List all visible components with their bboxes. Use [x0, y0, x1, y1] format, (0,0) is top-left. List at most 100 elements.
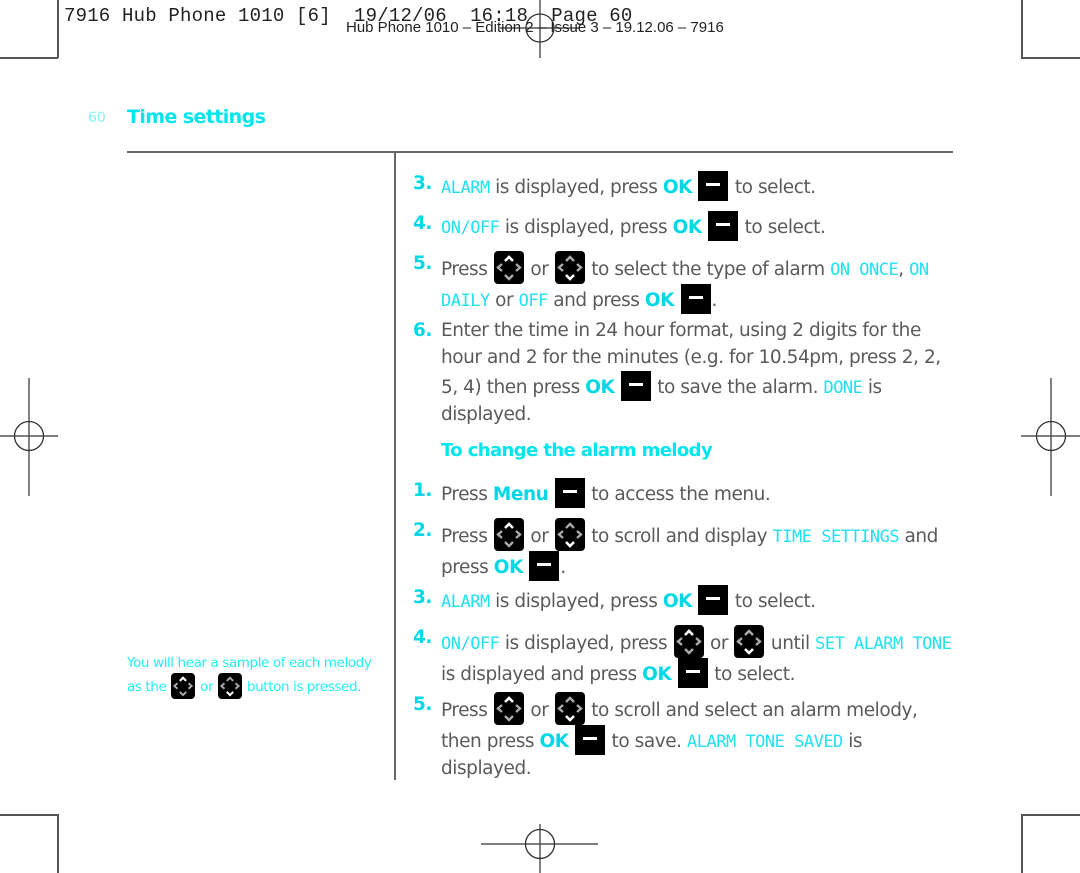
step-number: 2. [413, 520, 433, 541]
step-select-melody: 5. Press or to scroll and select an alar… [413, 692, 953, 782]
nav-down-icon [554, 518, 585, 551]
step-number: 5. [413, 694, 433, 715]
step-body: Press or to scroll and display TIME SETT… [441, 518, 953, 582]
step-text: press [441, 557, 489, 578]
step-number: 3. [413, 173, 433, 194]
step-text: to access the menu. [585, 484, 771, 505]
step-text: or [489, 290, 519, 311]
nav-down-icon [554, 251, 585, 284]
ok-key-label: OK [493, 557, 524, 578]
step-text: to select. [729, 591, 816, 612]
step-text: or [710, 633, 729, 654]
step-text: to save. [606, 731, 688, 752]
nav-up-icon [493, 692, 524, 725]
step-text: is displayed, press [489, 591, 663, 612]
step-text: to select. [708, 664, 796, 685]
step-number: 4. [413, 213, 433, 234]
ok-key-label: OK [672, 217, 703, 238]
edition-slug-text: Hub Phone 1010 – Edition 2 – Issue 3 – 1… [346, 21, 724, 35]
softkey-minus-icon [698, 171, 729, 201]
lcd-text: SET ALARM TONE [815, 634, 952, 654]
crop-mark-bottom-left-h [0, 814, 59, 816]
lcd-text: ON/OFF [441, 634, 500, 654]
step-text: press [486, 731, 535, 752]
nav-down-icon [734, 625, 765, 658]
lcd-text: ALARM TONE SAVED [687, 732, 843, 752]
nav-up-icon [493, 251, 524, 284]
step-text: or [530, 700, 549, 721]
step-body: Press or to scroll and select an alarm m… [441, 692, 953, 782]
step-enter-time: 6. Enter the time in 24 hour format, usi… [413, 318, 953, 428]
step-body: ALARM is displayed, press OK to select. [441, 585, 953, 616]
lcd-text: ALARM [441, 592, 490, 612]
step-text: Press [441, 484, 488, 505]
step-text: is displayed, press [499, 633, 673, 654]
step-text: Press [441, 526, 488, 547]
step-scroll-time-settings: 2. Press or to scroll and display TIME S… [413, 518, 953, 582]
ok-key-label: OK [642, 664, 672, 685]
step-body: Press or to select the type of alarm ON … [441, 251, 953, 315]
step-number: 4. [413, 627, 433, 648]
side-note: You will hear a sample of each melody as… [127, 653, 387, 699]
note-text: button is pressed. [243, 679, 362, 695]
step-text: to scroll and display [585, 526, 773, 547]
ok-key-label: OK [585, 377, 615, 398]
step-set-alarm-tone: 4. ON/OFF is displayed, press or until S… [413, 625, 953, 689]
menu-key-label: Menu [492, 484, 549, 505]
registration-mark-bottom [481, 824, 598, 873]
step-body: Press Menu to access the menu. [441, 478, 953, 509]
step-body: ON/OFF is displayed, press or until SET … [441, 625, 953, 689]
step-text: to select. [729, 177, 816, 198]
ok-key-label: OK [644, 290, 675, 311]
lcd-text: DONE [823, 378, 863, 398]
ok-key-label: OK [539, 731, 570, 752]
step-text: is displayed, press [489, 177, 663, 198]
step-text: , [898, 259, 910, 280]
ok-key-label: OK [662, 591, 693, 612]
step-open-menu: 1. Press Menu to access the menu. [413, 478, 953, 509]
nav-down-icon [218, 673, 243, 699]
crop-mark-top-right-v [1021, 0, 1023, 58]
crop-mark-top-left-v [57, 0, 59, 58]
crop-mark-bottom-right-h [1021, 814, 1080, 816]
step-text: or [530, 526, 549, 547]
step-select-alarm-type: 5. Press or to select the type of alarm … [413, 251, 953, 315]
step-text: Press [441, 259, 488, 280]
step-number: 1. [413, 480, 433, 501]
step-text: and press [547, 290, 645, 311]
step-text: is displayed and press [441, 664, 643, 685]
step-number: 3. [413, 587, 433, 608]
ok-key-label: OK [662, 177, 693, 198]
step-body: ON/OFF is displayed, press OK to select. [441, 211, 953, 242]
page-number: 60 [88, 110, 106, 126]
step-text: is displayed, press [499, 217, 673, 238]
step-text: Press [441, 700, 488, 721]
nav-up-icon [493, 518, 524, 551]
step-number: 5. [413, 253, 433, 274]
registration-mark-left [0, 378, 58, 496]
softkey-minus-icon [677, 658, 708, 688]
softkey-minus-icon [680, 284, 711, 314]
step-body: Enter the time in 24 hour format, using … [441, 318, 953, 428]
softkey-minus-icon [708, 211, 739, 241]
step-alarm-displayed-2: 3. ALARM is displayed, press OK to selec… [413, 585, 953, 616]
header-rule [127, 151, 953, 153]
nav-down-icon [554, 692, 585, 725]
subsection-title: To change the alarm melody [441, 440, 713, 461]
crop-mark-bottom-right-v [1021, 814, 1023, 873]
crop-mark-top-right-h [1021, 57, 1080, 59]
column-divider [394, 152, 396, 780]
softkey-minus-icon [529, 551, 560, 581]
softkey-minus-icon [575, 725, 606, 755]
step-text: to select. [739, 217, 826, 238]
softkey-minus-icon [620, 371, 651, 401]
step-text: until [765, 633, 816, 654]
step-text: and [899, 526, 939, 547]
step-body: ALARM is displayed, press OK to select. [441, 171, 953, 202]
step-text: to save the alarm. [651, 377, 824, 398]
lcd-text: ALARM [441, 178, 490, 198]
registration-mark-right [1021, 378, 1080, 496]
edition-slug: Hub Phone 1010 – Edition 2 – Issue 3 – 1… [346, 21, 724, 35]
step-number: 6. [413, 320, 433, 341]
lcd-text: TIME SETTINGS [772, 527, 900, 547]
